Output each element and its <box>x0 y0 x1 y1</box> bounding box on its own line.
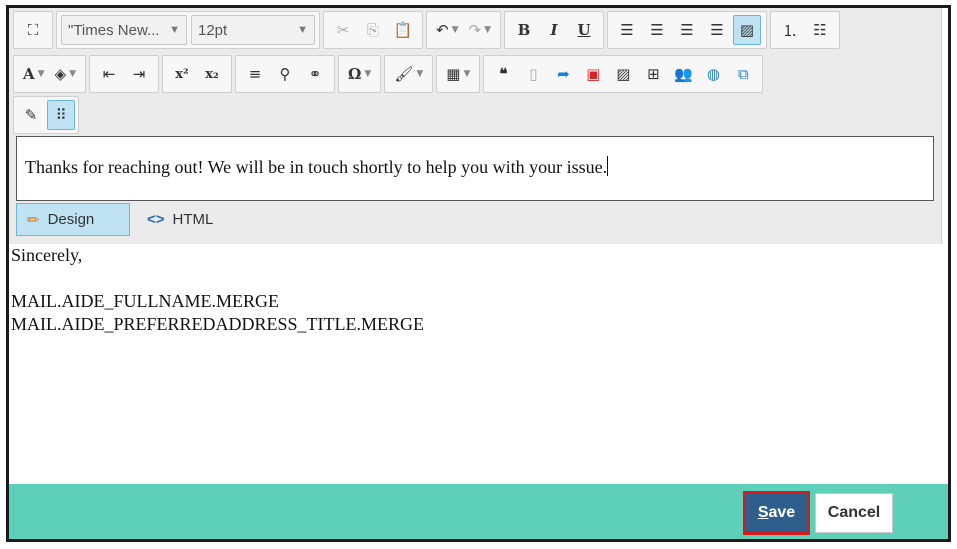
font-family-value: "Times New... <box>68 21 160 39</box>
paste-icon[interactable]: 📋 <box>389 15 417 45</box>
signature-spacer <box>11 267 424 290</box>
group-insert: ❝ ▯ ➦ ▣ ▨ ⊞ 👥 ◍ ⧉ <box>483 55 764 93</box>
group-special-char: Ω ▼ <box>338 55 382 93</box>
html-mode-tab[interactable]: <> HTML <box>136 203 224 236</box>
image-manager-icon[interactable]: ⧉ <box>729 59 757 89</box>
signature-title-merge: MAIL.AIDE_PREFERREDADDRESS_TITLE.MERGE <box>11 314 424 334</box>
find-icon[interactable]: ⚲ <box>271 59 299 89</box>
editor-mode-bar: ✏ Design <> HTML <box>16 203 230 236</box>
table-icon[interactable]: ▦ ▼ <box>442 59 474 89</box>
fullscreen-icon[interactable]: ⛶ <box>19 15 47 45</box>
special-char-label: Ω <box>348 65 362 83</box>
bulleted-list-icon[interactable]: ☷ <box>806 15 834 45</box>
design-mode-tab[interactable]: ✏ Design <box>16 203 130 236</box>
group-clipboard: ✂ ⎘ 📋 <box>323 11 423 49</box>
toolbar-row-1: ⛶ "Times New... ▼ 12pt ▼ ✂ ⎘ 📋 ↶ ▼ ↷ ▼ B… <box>13 11 843 49</box>
dialog-footer: Save Cancel <box>9 484 948 539</box>
save-access-key: S <box>757 504 769 521</box>
highlight-color-icon[interactable]: ◈ ▼ <box>51 59 80 89</box>
spellcheck-icon[interactable]: ✎ <box>17 100 45 130</box>
group-fullscreen: ⛶ <box>13 11 53 49</box>
toolbar-row-3: ✎ ⠿ <box>13 96 82 134</box>
globe-icon[interactable]: ◍ <box>699 59 727 89</box>
bold-button[interactable]: B <box>510 15 538 45</box>
text-caret <box>607 156 609 176</box>
group-alignment: ☰ ☰ ☰ ☰ ▨ <box>607 11 767 49</box>
save-button[interactable]: Save <box>743 491 810 535</box>
redo-icon[interactable]: ↷ ▼ <box>465 15 496 45</box>
group-format-painter: 🖌 ▼ <box>384 55 434 93</box>
design-mode-label: Design <box>47 211 95 228</box>
email-signature: Sincerely, MAIL.AIDE_FULLNAME.MERGE MAIL… <box>11 244 424 336</box>
group-history: ↶ ▼ ↷ ▼ <box>426 11 501 49</box>
undo-icon[interactable]: ↶ ▼ <box>432 15 463 45</box>
hyperlink-icon[interactable]: ➦ <box>549 59 577 89</box>
html-mode-label: HTML <box>172 211 214 228</box>
font-color-button[interactable]: A ▼ <box>19 59 49 89</box>
signature-fullname-merge: MAIL.AIDE_FULLNAME.MERGE <box>11 291 279 311</box>
group-font: "Times New... ▼ 12pt ▼ <box>56 11 320 49</box>
subscript-button[interactable]: x₂ <box>198 59 226 89</box>
group-colors: A ▼ ◈ ▼ <box>13 55 87 93</box>
indent-icon[interactable]: ⇥ <box>125 59 153 89</box>
italic-button[interactable]: I <box>540 15 568 45</box>
editor-body-text: Thanks for reaching out! We will be in t… <box>25 157 608 177</box>
video-icon[interactable]: ▣ <box>579 59 607 89</box>
template-icon[interactable]: ⊞ <box>639 59 667 89</box>
pencil-icon: ✏ <box>27 211 40 229</box>
group-table: ▦ ▼ <box>436 55 481 93</box>
numbered-list-icon[interactable]: ⒈ <box>776 15 804 45</box>
format-painter-icon[interactable]: 🖌 ▼ <box>390 59 427 89</box>
image-icon[interactable]: ▨ <box>609 59 637 89</box>
paragraph-format-icon[interactable]: ≡ <box>241 59 269 89</box>
save-label: ave <box>768 504 796 521</box>
code-icon: <> <box>147 211 165 228</box>
editor-content-area[interactable]: Thanks for reaching out! We will be in t… <box>16 136 934 201</box>
signature-closing: Sincerely, <box>11 245 83 265</box>
group-scripts: x² x₂ <box>162 55 233 93</box>
link-icon[interactable]: ⚭ <box>301 59 329 89</box>
chevron-down-icon: ▼ <box>169 24 180 36</box>
group-text-style: B I U <box>504 11 604 49</box>
document-icon[interactable]: ▯ <box>519 59 547 89</box>
align-left-icon[interactable]: ☰ <box>613 15 641 45</box>
grid-icon[interactable]: ⠿ <box>47 100 75 130</box>
font-size-select[interactable]: 12pt ▼ <box>191 15 315 45</box>
rich-text-editor: ⛶ "Times New... ▼ 12pt ▼ ✂ ⎘ 📋 ↶ ▼ ↷ ▼ B… <box>9 8 942 244</box>
email-editor-frame: ⛶ "Times New... ▼ 12pt ▼ ✂ ⎘ 📋 ↶ ▼ ↷ ▼ B… <box>6 5 951 542</box>
outdent-icon[interactable]: ⇤ <box>95 59 123 89</box>
copy-icon[interactable]: ⎘ <box>359 15 387 45</box>
chevron-down-icon: ▼ <box>297 24 308 36</box>
toolbar-row-2: A ▼ ◈ ▼ ⇤ ⇥ x² x₂ ≡ ⚲ ⚭ Ω ▼ 🖌 ▼ ▦ ▼ ❝ ▯ … <box>13 55 766 93</box>
underline-button[interactable]: U <box>570 15 598 45</box>
clear-alignment-icon[interactable]: ▨ <box>733 15 761 45</box>
group-indent: ⇤ ⇥ <box>89 55 160 93</box>
cancel-button[interactable]: Cancel <box>815 493 893 533</box>
users-icon[interactable]: 👥 <box>669 59 697 89</box>
align-justify-icon[interactable]: ☰ <box>703 15 731 45</box>
superscript-button[interactable]: x² <box>168 59 196 89</box>
font-size-value: 12pt <box>198 21 228 39</box>
align-center-icon[interactable]: ☰ <box>643 15 671 45</box>
align-right-icon[interactable]: ☰ <box>673 15 701 45</box>
font-color-label: A <box>23 65 35 83</box>
group-lists: ⒈ ☷ <box>770 11 840 49</box>
special-char-button[interactable]: Ω ▼ <box>344 59 375 89</box>
group-misc: ✎ ⠿ <box>13 96 79 134</box>
font-family-select[interactable]: "Times New... ▼ <box>61 15 187 45</box>
cut-icon[interactable]: ✂ <box>329 15 357 45</box>
group-search: ≡ ⚲ ⚭ <box>235 55 336 93</box>
quote-button[interactable]: ❝ <box>489 59 517 89</box>
